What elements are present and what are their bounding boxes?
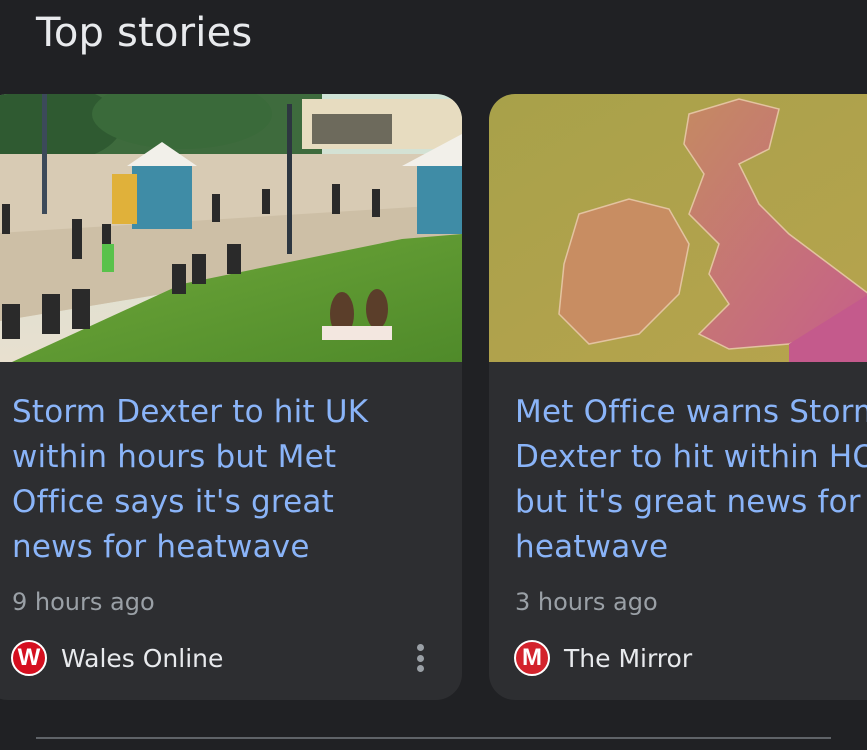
story-time: 3 hours ago [515, 588, 658, 616]
story-thumbnail[interactable] [0, 94, 462, 362]
story-headline[interactable]: Met Office warns Storm Dexter to hit wit… [515, 390, 867, 570]
source-name: Wales Online [61, 643, 224, 673]
section-title: Top stories [36, 10, 253, 56]
story-card[interactable]: Storm Dexter to hit UK within hours but … [0, 94, 462, 700]
section-divider [36, 737, 831, 739]
wales-online-logo-icon: W [11, 640, 47, 676]
story-source[interactable]: W Wales Online [11, 638, 223, 678]
mirror-logo-icon: M [514, 640, 550, 676]
story-card[interactable]: Met Office warns Storm Dexter to hit wit… [489, 94, 867, 700]
beach-promenade-image [0, 94, 462, 362]
story-thumbnail[interactable] [489, 94, 867, 362]
source-name: The Mirror [564, 643, 693, 673]
story-headline[interactable]: Storm Dexter to hit UK within hours but … [12, 390, 422, 570]
top-stories-carousel[interactable]: Storm Dexter to hit UK within hours but … [0, 94, 867, 704]
more-options-icon[interactable] [410, 640, 430, 676]
uk-temperature-map-image [489, 94, 867, 362]
story-source[interactable]: M The Mirror [514, 638, 692, 678]
story-time: 9 hours ago [12, 588, 155, 616]
